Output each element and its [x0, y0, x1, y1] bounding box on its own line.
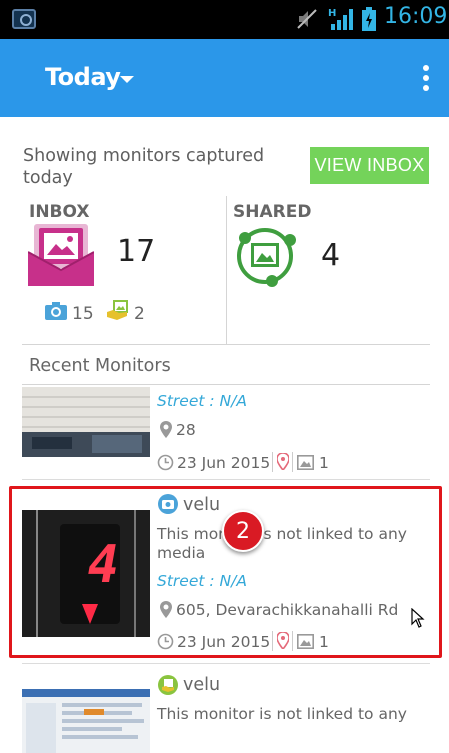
showing-text: Showing monitors captured today	[23, 146, 265, 188]
user-name: velu	[183, 495, 221, 515]
street-text: Street : N/A	[157, 392, 247, 410]
step-badge: 2	[222, 510, 264, 552]
view-inbox-button[interactable]: VIEW INBOX	[310, 147, 429, 184]
map-pin-icon[interactable]	[277, 453, 289, 470]
row-divider	[22, 479, 430, 480]
photo-count: 15	[72, 304, 94, 324]
row-divider	[22, 663, 430, 664]
clock: 16:09	[384, 4, 448, 29]
location-pin-icon	[160, 421, 172, 438]
signal-icon: H	[328, 8, 353, 30]
camera-icon	[45, 302, 67, 320]
monitor-thumbnail	[22, 387, 150, 457]
monitor-thumbnail	[22, 689, 150, 753]
clock-icon	[157, 454, 174, 471]
shared-icon[interactable]	[232, 224, 298, 288]
status-bar: H 16:09	[0, 0, 449, 39]
location-text: 28	[176, 421, 196, 439]
description-text: This monitor is not linked to any media	[157, 525, 407, 562]
svg-text:H: H	[328, 8, 336, 19]
screenshot-notification-icon	[12, 9, 36, 29]
summary-divider	[226, 196, 227, 344]
separator	[292, 631, 293, 651]
image-icon	[297, 455, 314, 470]
app-bar: Today	[0, 39, 449, 117]
summary-bottom-divider	[22, 344, 430, 345]
location-pin-icon	[160, 601, 172, 618]
user-name: velu	[183, 675, 221, 695]
mouse-cursor-icon	[411, 608, 425, 628]
date-text: 23 Jun 2015	[177, 633, 271, 651]
shared-count: 4	[321, 238, 341, 273]
chevron-down-icon[interactable]	[120, 76, 134, 83]
image-stack-icon	[107, 300, 128, 320]
date-text: 23 Jun 2015	[177, 454, 271, 472]
period-dropdown[interactable]: Today	[45, 63, 121, 91]
separator	[272, 452, 273, 472]
recent-monitors-heading: Recent Monitors	[29, 356, 171, 376]
image-count: 1	[319, 454, 329, 472]
monitor-thumbnail: 4	[22, 510, 150, 637]
inbox-label: INBOX	[29, 202, 90, 222]
separator	[292, 452, 293, 472]
image-icon	[297, 634, 314, 649]
clock-icon	[157, 633, 174, 650]
mute-icon	[297, 9, 317, 29]
camera-icon	[158, 494, 178, 514]
inbox-count: 17	[117, 234, 156, 269]
location-text: 605, Devarachikkanahalli Rd	[176, 601, 399, 619]
battery-charging-icon	[362, 7, 376, 31]
recent-divider	[22, 384, 430, 385]
street-text: Street : N/A	[157, 572, 247, 590]
separator	[272, 631, 273, 651]
image-count: 2	[134, 304, 145, 324]
image-count: 1	[319, 633, 329, 651]
description-text: This monitor is not linked to any	[157, 705, 407, 723]
shared-label: SHARED	[233, 202, 312, 222]
image-stack-icon	[158, 675, 178, 695]
inbox-icon[interactable]	[28, 222, 94, 286]
overflow-menu-icon[interactable]	[422, 65, 430, 93]
map-pin-icon[interactable]	[277, 632, 289, 649]
